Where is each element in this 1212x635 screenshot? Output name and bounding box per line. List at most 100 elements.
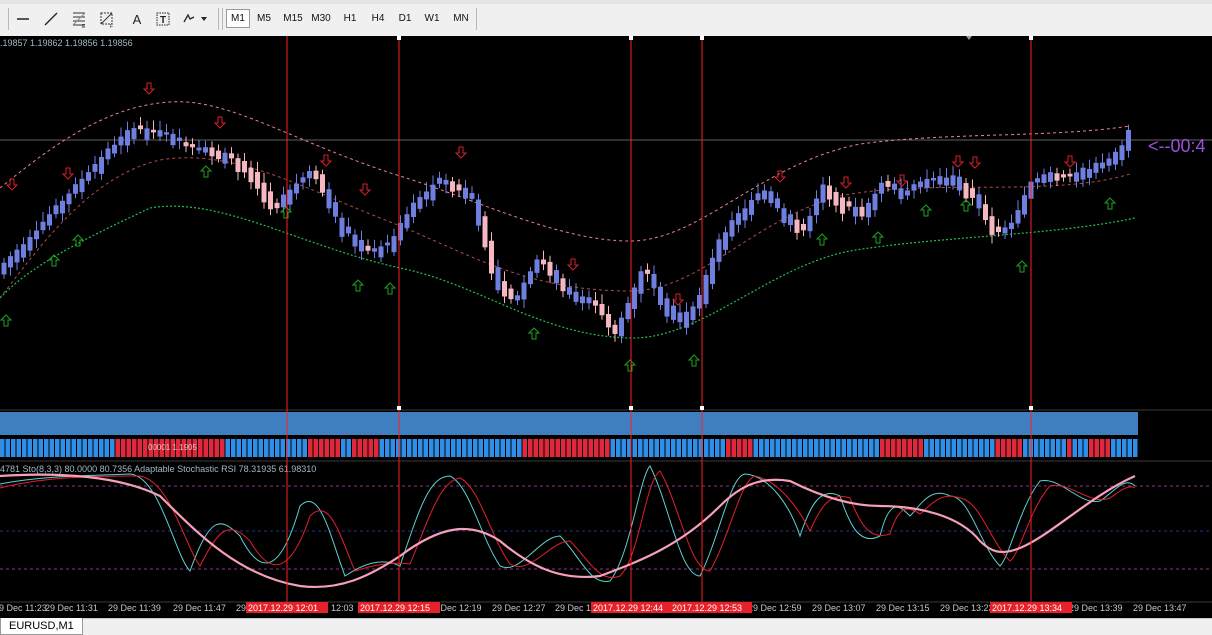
candle-body bbox=[593, 300, 598, 306]
candle-body bbox=[658, 286, 663, 305]
candle-body bbox=[781, 208, 787, 223]
candle-body bbox=[170, 133, 176, 146]
candle-body bbox=[937, 176, 943, 185]
candle-body bbox=[736, 213, 741, 225]
timeframe-h4-button[interactable]: H4 bbox=[366, 9, 390, 28]
candle-body bbox=[378, 246, 384, 258]
candle-body bbox=[840, 197, 845, 214]
candle-body bbox=[391, 236, 397, 253]
chart-tabs-bar: EURUSD,M1 bbox=[0, 618, 1212, 635]
candle-body bbox=[131, 128, 137, 140]
timeframe-m5-button[interactable]: M5 bbox=[252, 9, 276, 28]
candle-body bbox=[365, 245, 371, 251]
candle-body bbox=[989, 216, 995, 235]
candle-body bbox=[664, 298, 670, 317]
candle-body bbox=[294, 183, 299, 194]
candle-body bbox=[762, 190, 767, 200]
text-label-glyph: A bbox=[132, 11, 142, 27]
candle-body bbox=[417, 197, 423, 209]
candle-body bbox=[489, 240, 494, 274]
candle-body bbox=[216, 150, 221, 160]
candle-body bbox=[261, 182, 267, 203]
candle-body bbox=[976, 194, 982, 209]
candle-body bbox=[411, 202, 416, 217]
vline-handle bbox=[1029, 406, 1033, 410]
candle-body bbox=[820, 184, 826, 203]
candle-body bbox=[794, 219, 800, 233]
chart-area[interactable]: .19857 1.19862 1.19856 1.19856 <--00:4 000… bbox=[0, 36, 1212, 618]
candle-body bbox=[333, 202, 338, 217]
candle-body bbox=[521, 282, 527, 300]
timeframe-w1-button[interactable]: W1 bbox=[420, 9, 444, 28]
timeframe-h1-button[interactable]: H1 bbox=[338, 9, 362, 28]
candle-body bbox=[469, 193, 475, 199]
time-axis-label: 29 Dec 12:27 bbox=[492, 603, 546, 613]
timeframe-d1-button[interactable]: D1 bbox=[394, 9, 416, 28]
arrows-dropdown-icon[interactable] bbox=[180, 9, 210, 29]
down-arrow-icon bbox=[773, 170, 787, 183]
up-arrow-icon bbox=[351, 279, 365, 292]
candle-body bbox=[463, 187, 468, 199]
horizontal-line-icon[interactable] bbox=[12, 9, 34, 29]
up-arrow-icon bbox=[527, 327, 541, 340]
time-axis-label: 29 Dec 11:39 bbox=[108, 603, 161, 613]
trendline-icon[interactable] bbox=[40, 9, 62, 29]
candle-body bbox=[300, 177, 306, 183]
fibonacci-icon[interactable]: E bbox=[68, 9, 90, 29]
timeframe-mn-button[interactable]: MN bbox=[448, 9, 474, 28]
candle-body bbox=[157, 130, 163, 137]
symbol-tab[interactable]: EURUSD,M1 bbox=[0, 618, 83, 635]
candle-body bbox=[892, 183, 897, 190]
candle-body bbox=[437, 177, 442, 184]
up-arrow-icon bbox=[1015, 260, 1029, 273]
candle-body bbox=[203, 147, 208, 153]
down-arrow-icon bbox=[319, 154, 333, 167]
timeframe-m15-button[interactable]: M15 bbox=[280, 9, 306, 28]
toolbar-separator bbox=[222, 8, 223, 30]
chart-canvas[interactable]: .19857 1.19862 1.19856 1.19856 <--00:4 000… bbox=[0, 36, 1212, 618]
candle-body bbox=[274, 202, 280, 209]
candle-body bbox=[1113, 151, 1118, 165]
candle-body bbox=[268, 191, 273, 210]
candle-body bbox=[190, 144, 195, 148]
candle-body bbox=[1067, 173, 1073, 177]
candle-body bbox=[638, 271, 644, 294]
candles bbox=[1, 116, 1131, 344]
candle-body bbox=[404, 214, 410, 228]
vline-handle bbox=[397, 406, 401, 410]
up-arrow-icon bbox=[0, 314, 13, 327]
candle-body bbox=[872, 193, 878, 211]
candle-body bbox=[14, 249, 20, 263]
candle-body bbox=[710, 257, 715, 285]
text-box-icon[interactable]: T bbox=[152, 9, 174, 29]
candle-body bbox=[599, 304, 605, 316]
down-arrow-icon bbox=[839, 176, 853, 189]
timeframe-m1-button[interactable]: M1 bbox=[226, 9, 250, 28]
text-label-icon[interactable]: A bbox=[126, 9, 148, 29]
fibonacci-fan-icon[interactable]: F bbox=[96, 9, 118, 29]
candle-body bbox=[723, 232, 728, 250]
candle-body bbox=[138, 125, 143, 130]
candle-body bbox=[482, 216, 488, 248]
candle-body bbox=[1035, 178, 1040, 183]
time-axis-label: 29 Dec 11:23 bbox=[0, 603, 47, 613]
down-arrow-icon bbox=[454, 146, 468, 159]
vline-time-label: 2017.12.29 12:01 bbox=[248, 603, 318, 613]
timeframe-m30-button[interactable]: M30 bbox=[308, 9, 334, 28]
up-arrow-icon bbox=[815, 233, 829, 246]
candle-body bbox=[547, 261, 553, 276]
chart-toolbar: E F A T M1 M5 M15 M30 H1 H4 D1 W1 MN bbox=[0, 0, 1212, 37]
candle-body bbox=[34, 230, 39, 240]
candle-body bbox=[112, 144, 117, 154]
candle-body bbox=[905, 190, 910, 196]
vline-time-label: 2017.12.29 12:15 bbox=[360, 603, 430, 613]
candle-body bbox=[742, 208, 748, 221]
up-arrow-icon bbox=[199, 165, 213, 178]
svg-text:T: T bbox=[160, 15, 166, 26]
up-arrow-icon bbox=[871, 231, 885, 244]
candle-body bbox=[924, 178, 930, 188]
candle-body bbox=[450, 181, 455, 192]
candle-body bbox=[476, 199, 481, 226]
vline-handle bbox=[700, 36, 704, 40]
down-arrow-icon bbox=[358, 183, 372, 196]
